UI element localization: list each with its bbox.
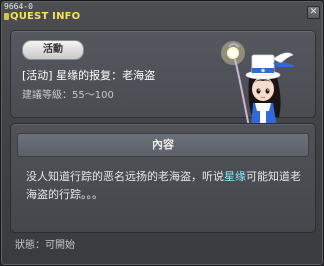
event-badge: 活動 (22, 40, 84, 60)
quest-status: 狀態：可開始 (15, 240, 75, 251)
close-button[interactable]: ✕ (307, 6, 320, 19)
quest-name: [活动] 星缘的报复：老海盗 (22, 69, 156, 82)
npc-name-highlight[interactable]: 星缘 (224, 170, 246, 183)
recommended-level: 建議等級：55～100 (22, 90, 114, 101)
quest-content-panel: 內容 没人知道行踪的恶名远扬的老海盗，听说星缘可能知道老海盗的行踪。。。 (10, 123, 316, 233)
content-description: 没人知道行踪的恶名远扬的老海盗，听说星缘可能知道老海盗的行踪。。。 (26, 168, 306, 204)
content-header: 內容 (17, 133, 309, 157)
close-icon: ✕ (309, 7, 318, 17)
content-text-before: 没人知道行踪的恶名远扬的老海盗，听说 (26, 170, 224, 183)
quest-id: 9664-0 (4, 2, 33, 11)
quest-summary-panel: 活動 [活动] 星缘的报复：老海盗 建議等級：55～100 (10, 30, 316, 133)
quest-info-window: 9664-0 QUEST INFO ✕ 活動 [活动] 星缘的报复：老海盗 建議… (0, 0, 324, 266)
npc-portrait (221, 41, 295, 133)
window-title: QUEST INFO (10, 11, 81, 22)
quest-title-icon (4, 13, 9, 20)
